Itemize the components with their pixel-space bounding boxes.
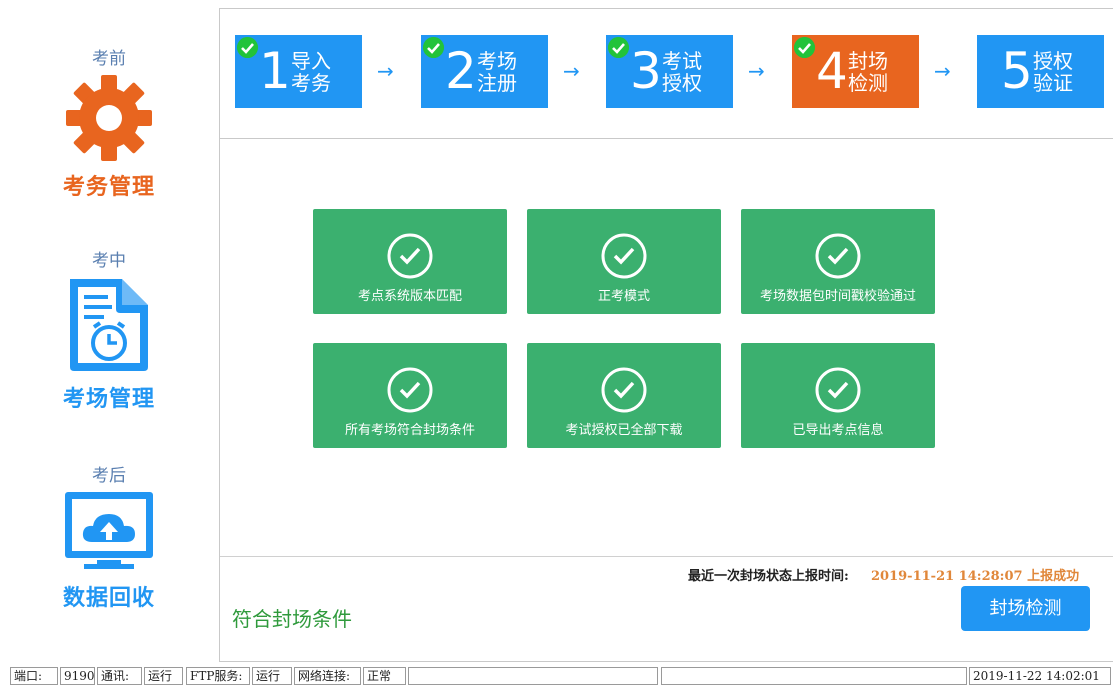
sidebar-item-title: 考场管理	[62, 387, 155, 412]
check-card-label: 考场数据包时间戳校验通过	[759, 289, 916, 304]
check-card-label: 考试授权已全部下载	[565, 423, 683, 438]
check-circle-icon	[601, 233, 647, 279]
step-label: 导入 考务	[291, 49, 331, 95]
step-label: 考试 授权	[662, 49, 702, 95]
seal-condition-status: 符合封场条件	[232, 607, 352, 631]
check-card-all-rooms-ready: 所有考场符合封场条件	[313, 343, 507, 448]
check-circle-icon	[387, 233, 433, 279]
sidebar-item-subtitle: 考后	[92, 466, 126, 486]
step-label: 授权 验证	[1033, 49, 1073, 95]
status-datetime: 2019-11-22 14:02:01	[969, 667, 1111, 685]
check-card-formal-mode: 正考模式	[527, 209, 721, 314]
sidebar-item-title: 数据回收	[62, 586, 155, 611]
check-card-label: 正考模式	[597, 289, 650, 304]
step-number: 3	[630, 42, 662, 100]
comm-label: 通讯:	[97, 667, 142, 685]
step-number: 4	[816, 42, 848, 100]
check-card-label: 考点系统版本匹配	[357, 289, 462, 304]
sidebar-item-subtitle: 考中	[92, 251, 126, 271]
status-panel-empty	[661, 667, 967, 685]
check-circle-icon	[387, 367, 433, 413]
ftp-status: 运行	[252, 667, 292, 685]
step-label: 考场 注册	[477, 49, 517, 95]
port-label: 端口:	[10, 667, 58, 685]
step-3-exam-authorize[interactable]: 3 考试 授权	[606, 35, 733, 108]
document-clock-icon	[70, 279, 148, 371]
check-card-label: 已导出考点信息	[792, 423, 884, 438]
check-circle-icon	[815, 233, 861, 279]
check-card-version-match: 考点系统版本匹配	[313, 209, 507, 314]
step-number: 5	[1001, 42, 1033, 100]
status-bar: 端口: 9190 通讯: 运行 FTP服务: 运行 网络连接: 正常 2019-…	[0, 666, 1113, 686]
step-5-auth-verify[interactable]: 5 授权 验证	[977, 35, 1104, 108]
step-4-seal-check[interactable]: 4 封场 检测	[792, 35, 919, 108]
check-badge-icon	[423, 37, 444, 58]
monitor-cloud-upload-icon	[65, 492, 153, 569]
arrow-icon: →	[377, 59, 394, 83]
arrow-icon: →	[934, 59, 951, 83]
arrow-icon: →	[563, 59, 580, 83]
check-card-auth-downloaded: 考试授权已全部下载	[527, 343, 721, 448]
sidebar-item-exam-room[interactable]: 考中 考场管理	[0, 246, 218, 413]
check-results-area: 考点系统版本匹配 正考模式 考场数据包时间戳校验通过 所有考场符合封场条件 考试…	[220, 140, 1113, 555]
check-badge-icon	[794, 37, 815, 58]
sidebar: 考前 考务管理 考中 考场管理 考后 数据回收	[0, 0, 218, 662]
footer-panel: 最近一次封场状态上报时间: 2019-11-21 14:28:07 上报成功 符…	[220, 556, 1113, 663]
gear-icon	[66, 75, 152, 161]
network-label: 网络连接:	[294, 667, 361, 685]
sidebar-item-subtitle: 考前	[92, 49, 126, 69]
seal-check-button[interactable]: 封场检测	[961, 586, 1090, 631]
check-badge-icon	[608, 37, 629, 58]
step-progress-bar: 1 导入 考务 → 2 考场 注册 → 3 考试 授权 → 4 封场 检测 → 5 授权…	[220, 9, 1113, 139]
port-value: 9190	[60, 667, 95, 685]
step-number: 1	[259, 42, 291, 100]
step-label: 封场 检测	[848, 49, 888, 95]
check-card-label: 所有考场符合封场条件	[344, 423, 475, 438]
step-1-import-affairs[interactable]: 1 导入 考务	[235, 35, 362, 108]
step-number: 2	[445, 42, 477, 100]
check-circle-icon	[815, 367, 861, 413]
step-2-room-register[interactable]: 2 考场 注册	[421, 35, 548, 108]
main-panel: 1 导入 考务 → 2 考场 注册 → 3 考试 授权 → 4 封场 检测 → 5 授权…	[219, 8, 1113, 662]
ftp-label: FTP服务:	[186, 667, 250, 685]
check-card-site-exported: 已导出考点信息	[741, 343, 935, 448]
comm-status: 运行	[144, 667, 183, 685]
arrow-icon: →	[748, 59, 765, 83]
check-circle-icon	[601, 367, 647, 413]
network-status: 正常	[363, 667, 406, 685]
sidebar-item-exam-affairs[interactable]: 考前 考务管理	[0, 44, 218, 201]
sidebar-item-title: 考务管理	[62, 175, 155, 200]
sidebar-item-data-recovery[interactable]: 考后 数据回收	[0, 461, 218, 612]
status-panel-empty	[408, 667, 658, 685]
check-badge-icon	[237, 37, 258, 58]
last-report-time: 2019-11-21 14:28:07 上报成功	[871, 569, 1080, 584]
check-card-timestamp-verified: 考场数据包时间戳校验通过	[741, 209, 935, 314]
last-report-label: 最近一次封场状态上报时间:	[688, 569, 849, 584]
